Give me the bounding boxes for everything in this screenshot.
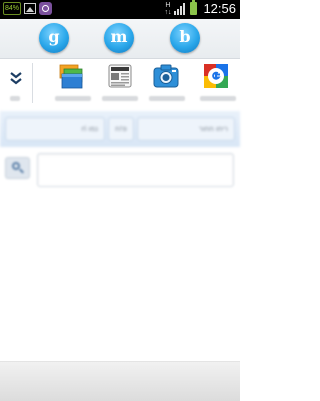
- shortcut-m-button[interactable]: m: [104, 23, 134, 53]
- contact-bar: ri נמו פ!ח ריחו חחור: [0, 111, 240, 147]
- clock: 12:56: [203, 1, 236, 16]
- notification-area: 84%: [3, 2, 53, 15]
- bottom-bar: [0, 361, 240, 401]
- shortcut-g-button[interactable]: g: [39, 23, 69, 53]
- network-activity: ↑↓: [164, 8, 172, 16]
- app-label: [149, 96, 185, 101]
- news-app-icon[interactable]: [106, 62, 134, 90]
- shortcut-bar: g m b: [0, 19, 240, 59]
- battery-icon: [190, 0, 198, 15]
- contact-field-right[interactable]: ריחו חחור: [137, 117, 235, 141]
- network-type-letter: H: [165, 1, 171, 9]
- viber-icon: [39, 2, 53, 15]
- app-label: [200, 96, 236, 101]
- search-icon[interactable]: [5, 157, 30, 179]
- shortcut-b-button[interactable]: b: [170, 23, 200, 53]
- contact-field-left[interactable]: ri נמו: [5, 117, 105, 141]
- google-search-app-icon[interactable]: [202, 62, 230, 90]
- collapse-label: [10, 96, 20, 101]
- network-type: H ↑↓: [164, 2, 171, 16]
- search-area: [0, 149, 240, 191]
- status-bar: 84% H ↑↓ 12:56: [0, 0, 240, 19]
- battery-percent: 84%: [3, 2, 22, 15]
- signal-icon: [174, 3, 186, 15]
- double-chevron-down-icon[interactable]: [6, 71, 26, 89]
- contact-field-middle[interactable]: פ!ח: [108, 117, 134, 141]
- app-label: [102, 96, 138, 101]
- app-label: [55, 96, 91, 101]
- gallery-icon: [24, 3, 37, 14]
- system-status: H ↑↓ 12:56: [164, 0, 236, 16]
- windows-app-icon[interactable]: [58, 62, 86, 90]
- search-input[interactable]: [37, 153, 234, 187]
- camera-app-icon[interactable]: [152, 62, 180, 90]
- app-row: [0, 59, 240, 107]
- divider: [32, 63, 33, 103]
